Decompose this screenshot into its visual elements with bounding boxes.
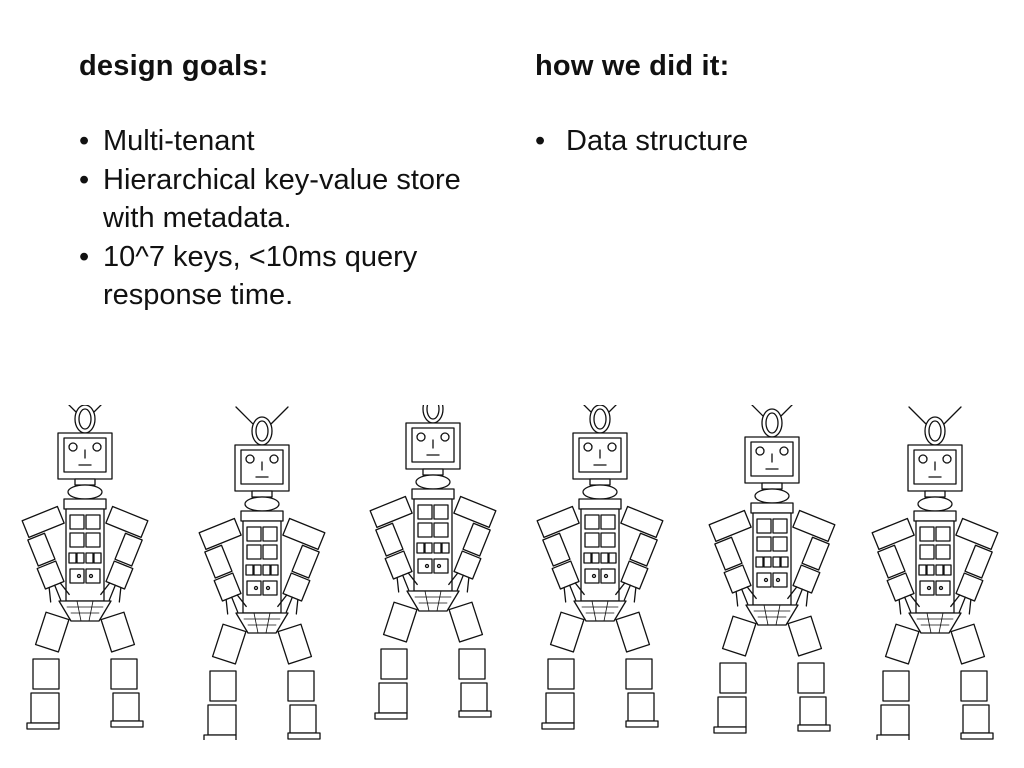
design-goal-item: Hierarchical key-value store with metada…: [79, 161, 499, 238]
how-we-did-it-list: Data structure: [535, 122, 955, 161]
robot-4: [532, 405, 668, 730]
design-goals-heading: design goals:: [79, 50, 269, 82]
how-we-did-it-item: Data structure: [535, 122, 955, 161]
how-we-did-it-heading: how we did it:: [535, 50, 730, 82]
how-we-did-it-column: how we did it: Data structure: [535, 44, 955, 161]
robot-3: [365, 405, 501, 720]
robot-illustration-row: [0, 405, 1024, 740]
design-goals-list: Multi-tenant Hierarchical key-value stor…: [79, 122, 499, 315]
robot-2: [194, 406, 330, 740]
robot-5: [704, 405, 840, 734]
robot-1: [17, 405, 153, 730]
design-goal-item: Multi-tenant: [79, 122, 499, 161]
robot-6: [867, 406, 1003, 740]
design-goals-column: design goals: Multi-tenant Hierarchical …: [79, 44, 499, 315]
design-goal-item: 10^7 keys, <10ms query response time.: [79, 238, 499, 315]
robot-illustration: [17, 405, 1003, 740]
